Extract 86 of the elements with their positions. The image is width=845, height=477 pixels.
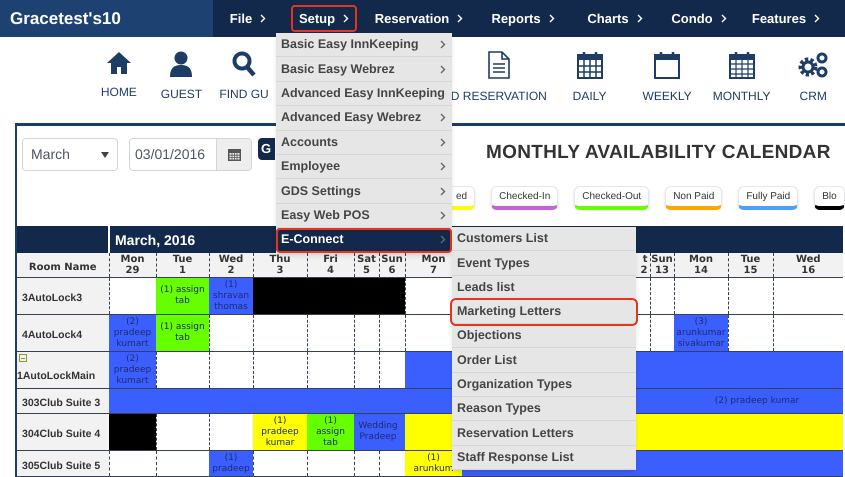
calendar-grid-icon [728, 51, 755, 79]
column-header: Wed 16 [796, 254, 821, 276]
nav-menu-item[interactable]: Condo [663, 5, 735, 32]
calendar-icon [654, 51, 680, 79]
document-icon [488, 51, 510, 79]
room-name: 303Club Suite 3 [22, 397, 100, 409]
nav-menu-item[interactable]: Features [744, 5, 828, 32]
legend-chip: Non Paid [665, 186, 722, 210]
menu-item[interactable]: Employee [276, 154, 452, 180]
dropdown-caret-icon [101, 152, 109, 158]
booking-text: (2) pradeep kumart [112, 316, 152, 350]
room-name: 304Club Suite 4 [22, 428, 100, 440]
menu-item[interactable]: Marketing Letters [452, 300, 636, 324]
legend-chip: Fully Paid [738, 186, 798, 210]
month-heading: March, 2016 [115, 232, 196, 248]
toolbar-button[interactable]: FIND GU [214, 51, 274, 101]
collapse-icon[interactable] [19, 354, 27, 362]
booking-text: (2) pradeep kumar [714, 396, 800, 406]
nav-menu-item[interactable]: Reservation [366, 5, 472, 32]
booking-text: (1) shravan thomas [212, 280, 250, 312]
gears-icon [797, 51, 830, 79]
month-select[interactable]: March [22, 138, 118, 171]
calendar-grid-icon [576, 51, 603, 79]
room-name: 1AutoLockMain [17, 370, 96, 382]
column-header: Tue 1 [172, 254, 192, 276]
booking-text: (2) pradeep kumart [112, 354, 152, 386]
person-icon [170, 51, 192, 77]
room-name: 3AutoLock3 [22, 292, 82, 304]
legend-chip: Blo [814, 186, 845, 210]
menu-item[interactable]: Basic Easy Webrez [276, 57, 452, 82]
menu-item[interactable]: Customers List [452, 227, 636, 252]
toolbar-button[interactable]: DAILY [546, 51, 632, 101]
booking-text: (1) pradeep [211, 452, 251, 474]
legend-chip: Checked-In [491, 186, 558, 210]
toolbar-button[interactable]: WEEKLY [632, 51, 702, 101]
column-header: Mon 14 [689, 254, 713, 276]
toolbar-button[interactable]: MONTHLY [702, 51, 782, 101]
booking-text: Wedding Pradeep [357, 421, 399, 443]
menu-item[interactable]: Organization Types [452, 372, 636, 398]
nav-menu-item[interactable]: Reports [483, 5, 563, 32]
menu-item[interactable]: E-Connect [276, 228, 452, 253]
toolbar-button[interactable]: CRM [781, 51, 845, 101]
column-header: Room Name [28, 262, 97, 273]
menu-item[interactable]: Leads list [452, 276, 636, 300]
room-name: 305Club Suite 5 [22, 460, 100, 472]
menu-item[interactable]: Basic Easy InnKeeping [276, 33, 452, 58]
search-icon [232, 51, 256, 77]
legend-chip: Checked-Out [574, 186, 650, 210]
home-icon [106, 51, 132, 75]
column-header: Sat 5 [357, 254, 376, 276]
menu-item[interactable]: Order List [452, 348, 636, 373]
column-header: Thu 3 [269, 254, 291, 276]
column-header: Mon 29 [120, 254, 144, 276]
column-header: Tue 15 [740, 254, 760, 276]
date-field[interactable]: 03/01/2016 [129, 138, 252, 171]
booking-text: (1) arunkum [412, 452, 455, 474]
menu-item[interactable]: GDS Settings [276, 179, 452, 204]
column-header: Fri 4 [323, 254, 338, 276]
column-header: Sun 13 [651, 254, 673, 276]
calendar-title: MONTHLY AVAILABILITY CALENDAR [486, 141, 831, 165]
menu-item[interactable]: Advanced Easy Webrez [276, 106, 452, 131]
menu-item[interactable]: Reservation Letters [452, 421, 636, 446]
menu-item[interactable]: Reason Types [452, 397, 636, 422]
calendar-icon [228, 148, 240, 160]
nav-menu-item[interactable]: Charts [579, 5, 651, 32]
column-header: Wed 2 [218, 254, 244, 276]
menu-item[interactable]: Staff Response List [452, 446, 636, 470]
column-header: Sun 6 [381, 254, 403, 276]
menu-item[interactable]: Advanced Easy InnKeeping [276, 82, 452, 106]
booking-text: (1) assign tab [159, 322, 206, 344]
room-name: 4AutoLock4 [22, 329, 82, 341]
booking-text: (1) assign tab [159, 285, 206, 307]
go-button[interactable]: G [258, 138, 275, 160]
nav-menu-item[interactable]: Setup [290, 5, 358, 32]
toolbar-button[interactable]: HOME [89, 51, 149, 101]
column-header: t 2 [640, 254, 648, 276]
toolbar-button[interactable]: GUEST [148, 51, 214, 101]
booking-text: (1) assign tab [315, 416, 346, 448]
menu-item[interactable]: Event Types [452, 251, 636, 276]
app-title: Gracetest's10 [10, 8, 121, 30]
menu-item[interactable]: Objections [452, 324, 636, 348]
menu-item[interactable]: Accounts [276, 130, 452, 155]
booking-text: (1) pradeep kumar [260, 416, 300, 448]
nav-menu-item[interactable]: File [222, 5, 274, 32]
booking-text: (3) arunkumar sivakumar [676, 316, 726, 350]
column-header: Mon 7 [422, 254, 446, 276]
